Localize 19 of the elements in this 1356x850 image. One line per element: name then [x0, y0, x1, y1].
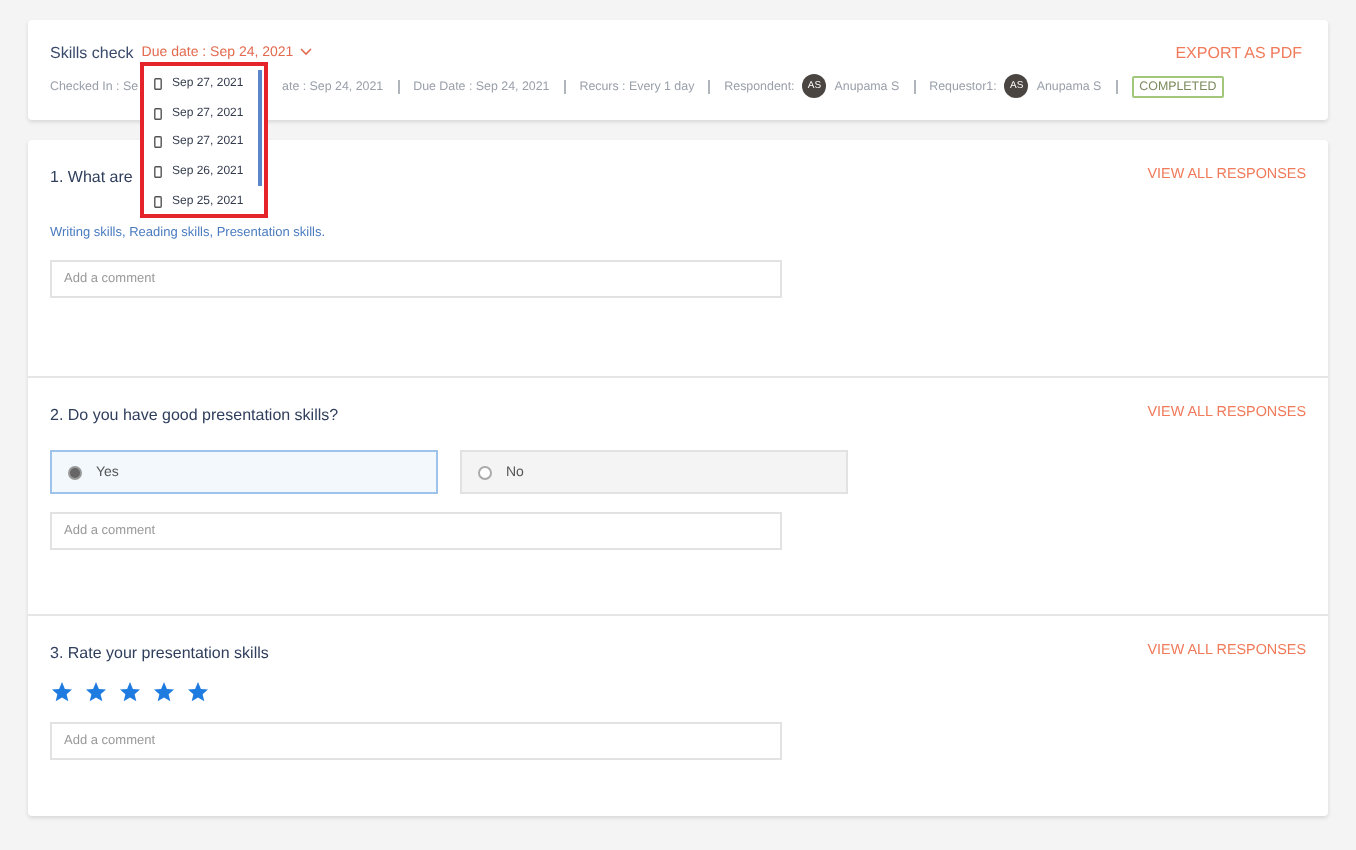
star-rating[interactable]: [50, 680, 210, 704]
question-title: 1. What are: [50, 168, 133, 186]
survey-title: Skills check: [50, 43, 134, 61]
scrollbar[interactable]: [258, 70, 262, 186]
question-title: 2. Do you have good presentation skills?: [50, 406, 339, 424]
star-icon: [118, 680, 142, 704]
star-icon: [50, 680, 74, 704]
phone-icon: [154, 78, 162, 91]
question-title: 3. Rate your presentation skills: [50, 644, 269, 662]
phone-icon: [154, 107, 162, 120]
radio-button[interactable]: [478, 465, 492, 479]
star-icon: [186, 680, 210, 704]
phone-icon: [154, 195, 162, 208]
star-icon: [152, 680, 176, 704]
phone-icon: [154, 166, 162, 179]
radio-button[interactable]: [68, 465, 82, 479]
caret-icon: [299, 48, 312, 56]
star-icon: [84, 680, 108, 704]
phone-icon: [154, 136, 162, 149]
